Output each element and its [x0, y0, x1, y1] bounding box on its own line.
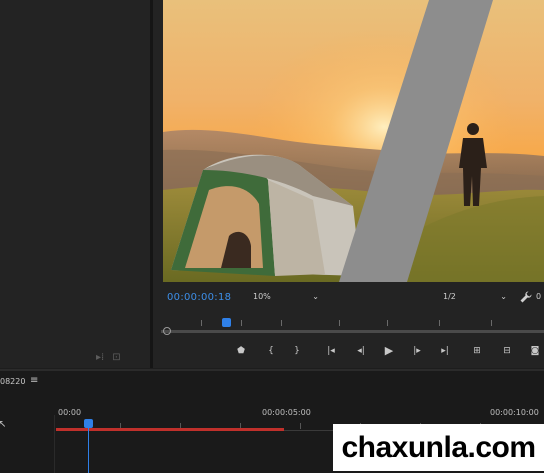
ruler-time-label: 00:00:10:00	[490, 408, 539, 417]
watermark: chaxunla.com	[333, 424, 544, 471]
wrench-icon[interactable]	[519, 290, 533, 304]
playback-resolution-select[interactable]: 1/2 ⌄	[443, 292, 507, 301]
go-to-out-icon[interactable]: ▸|	[435, 344, 455, 358]
playhead-line	[88, 427, 89, 473]
zoom-value: 10%	[253, 292, 271, 301]
timeline-ruler-labels: 00:00 00:00:05:00 00:00:10:00	[0, 408, 544, 422]
step-back-icon[interactable]: ◂|	[351, 344, 371, 358]
step-forward-icon[interactable]: |▸	[407, 344, 427, 358]
camping-sunset-image	[163, 0, 544, 282]
work-area-bar[interactable]	[56, 428, 284, 431]
playhead-timecode[interactable]: 00:00:00:18	[167, 292, 231, 303]
insert-icon[interactable]: ▸⁞	[96, 352, 104, 363]
monitor-scrub-bar[interactable]	[161, 330, 544, 333]
zoom-select[interactable]: 10% ⌄	[253, 292, 319, 301]
transport-controls: ⬟ { } |◂ ◂| ▶ |▸ ▸| ⊞ ⊟ ◙	[153, 340, 544, 364]
export-frame-icon[interactable]: ◙	[525, 344, 544, 358]
source-panel: ▸⁞ ⊡	[0, 0, 153, 368]
monitor-playhead[interactable]	[222, 318, 231, 327]
hamburger-icon[interactable]: ≡	[30, 375, 38, 386]
video-preview[interactable]	[163, 0, 544, 282]
ruler-time-label: 00:00	[58, 408, 82, 417]
source-panel-buttons: ▸⁞ ⊡	[96, 352, 121, 363]
monitor-controls-bar: 00:00:00:18 10% ⌄ 1/2 ⌄ 0	[153, 284, 544, 312]
program-monitor: 00:00:00:18 10% ⌄ 1/2 ⌄ 0 ⬟ { } |◂ ◂| ▶ …	[153, 0, 544, 368]
chevron-down-icon: ⌄	[500, 292, 507, 301]
edge-label: 0	[536, 292, 542, 301]
sequence-tab[interactable]: 08220	[0, 377, 25, 386]
add-marker-icon[interactable]: ⬟	[231, 344, 251, 358]
monitor-time-ruler[interactable]	[161, 314, 544, 340]
chevron-down-icon: ⌄	[312, 292, 319, 301]
ruler-tick	[300, 423, 301, 429]
track-header-divider	[54, 415, 55, 473]
in-point-marker	[163, 327, 171, 335]
mark-in-icon[interactable]: {	[261, 344, 281, 358]
mark-out-icon[interactable]: }	[287, 344, 307, 358]
resolution-value: 1/2	[443, 292, 456, 301]
play-icon[interactable]: ▶	[379, 344, 399, 358]
ruler-time-label: 00:00:05:00	[262, 408, 311, 417]
go-to-in-icon[interactable]: |◂	[321, 344, 341, 358]
overwrite-icon[interactable]: ⊡	[112, 352, 120, 363]
extract-icon[interactable]: ⊟	[497, 344, 517, 358]
lift-icon[interactable]: ⊞	[467, 344, 487, 358]
